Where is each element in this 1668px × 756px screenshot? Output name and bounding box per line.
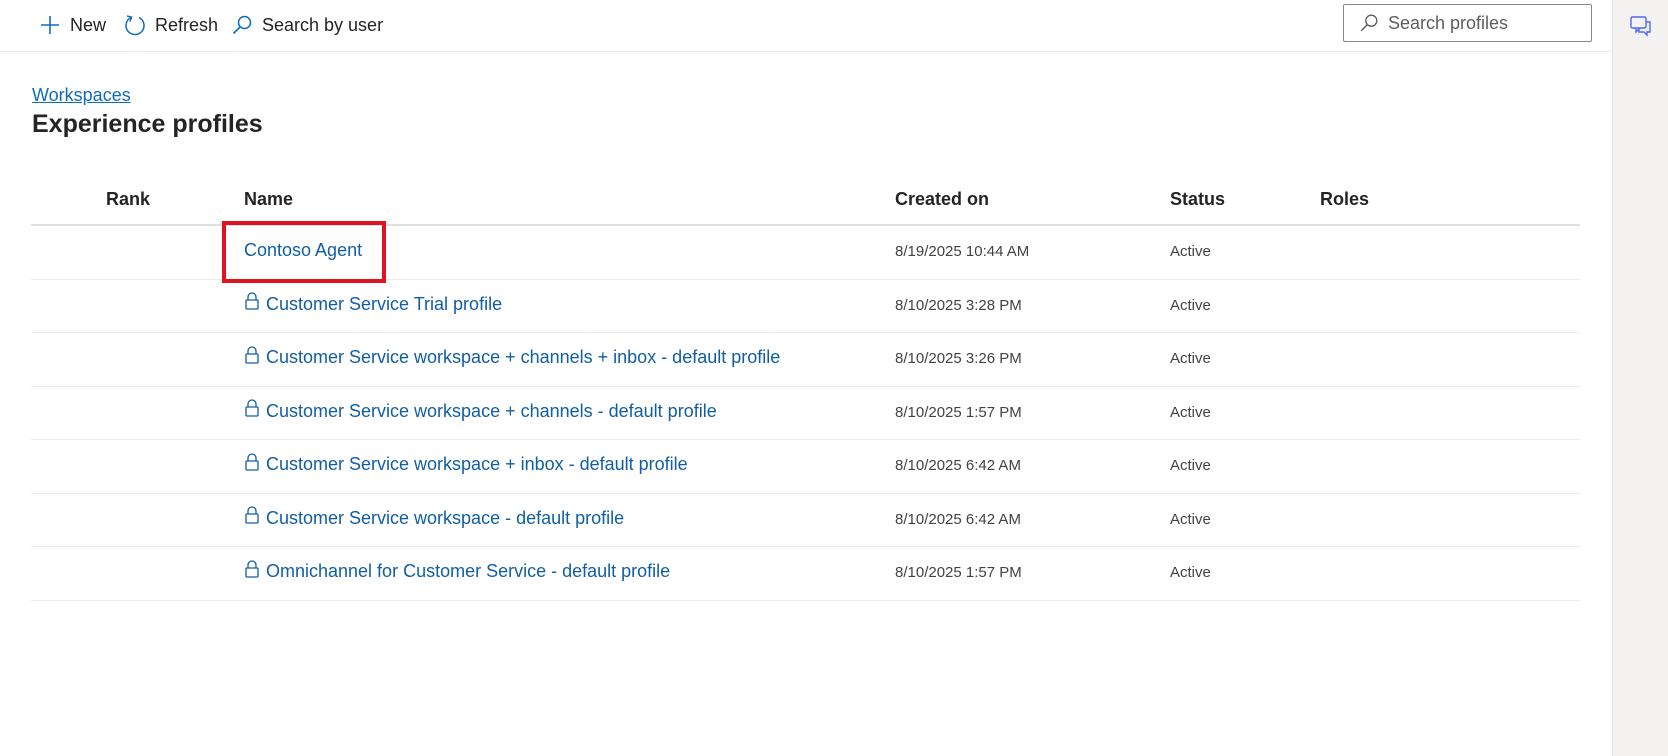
created-on-value: 8/10/2025 3:28 PM	[895, 296, 1022, 314]
right-side-rail	[1612, 0, 1668, 756]
profile-name-link[interactable]: Customer Service workspace - default pro…	[244, 506, 625, 529]
profile-name: Customer Service Trial profile	[266, 293, 503, 314]
created-on-value: 8/10/2025 1:57 PM	[895, 403, 1022, 421]
table-row: Customer Service workspace + channels - …	[31, 387, 1580, 440]
search-by-user-button[interactable]: Search by user	[230, 10, 383, 40]
profile-name-link[interactable]: Customer Service workspace + channels - …	[244, 399, 717, 422]
created-on-value: 8/10/2025 6:42 AM	[895, 457, 1021, 474]
app-root: New Refresh Search by user Search profil…	[0, 0, 1668, 756]
new-button-label: New	[70, 14, 107, 35]
status-value: Active	[1170, 510, 1211, 528]
table-row: Customer Service workspace + inbox - def…	[31, 440, 1580, 494]
chat-icon[interactable]	[1629, 14, 1653, 38]
refresh-icon	[125, 15, 145, 36]
search-icon	[1360, 14, 1378, 32]
plus-icon	[41, 16, 59, 34]
profile-name: Customer Service workspace + channels - …	[266, 400, 717, 421]
column-header-rank[interactable]: Rank	[106, 189, 150, 210]
command-bar: New Refresh Search by user	[0, 0, 1612, 52]
table-row: Customer Service Trial profile 8/10/2025…	[31, 280, 1580, 333]
created-on-value: 8/10/2025 6:42 AM	[895, 510, 1021, 528]
refresh-button[interactable]: Refresh	[123, 10, 218, 40]
table-row: Customer Service workspace + channels + …	[31, 333, 1580, 387]
column-header-roles[interactable]: Roles	[1320, 189, 1369, 210]
search-profiles-input[interactable]	[1388, 12, 1578, 34]
profile-name-link[interactable]: Contoso Agent	[244, 240, 362, 261]
lock-icon	[245, 452, 259, 471]
breadcrumb-workspaces-link[interactable]: Workspaces	[32, 85, 131, 106]
search-profiles-box[interactable]	[1343, 4, 1592, 42]
refresh-button-label: Refresh	[155, 14, 219, 35]
status-value: Active	[1170, 243, 1211, 260]
new-button[interactable]: New	[38, 10, 106, 40]
profile-name-link[interactable]: Customer Service Trial profile	[244, 292, 503, 315]
table-row: Contoso Agent 8/19/2025 10:44 AM Active	[31, 221, 1580, 283]
table-row: Omnichannel for Customer Service - defau…	[31, 547, 1580, 601]
created-on-value: 8/19/2025 10:44 AM	[895, 243, 1030, 260]
profile-name: Contoso Agent	[244, 240, 363, 260]
profiles-grid: Rank Name Created on Status Roles Contos…	[31, 175, 1580, 601]
status-value: Active	[1170, 564, 1211, 581]
status-value: Active	[1170, 350, 1211, 367]
lock-icon	[245, 559, 259, 578]
profile-name: Omnichannel for Customer Service - defau…	[266, 561, 671, 581]
profile-name: Customer Service workspace + channels + …	[266, 347, 781, 367]
table-row: Customer Service workspace - default pro…	[31, 494, 1580, 547]
column-header-status[interactable]: Status	[1170, 189, 1225, 210]
status-value: Active	[1170, 403, 1211, 421]
created-on-value: 8/10/2025 1:57 PM	[895, 564, 1022, 581]
search-by-user-label: Search by user	[262, 14, 384, 35]
profile-name: Customer Service workspace + inbox - def…	[266, 454, 688, 474]
profile-name-link[interactable]: Omnichannel for Customer Service - defau…	[244, 559, 671, 582]
lock-icon	[245, 292, 259, 310]
profile-name-link[interactable]: Customer Service workspace + channels + …	[244, 345, 781, 368]
lock-icon	[245, 345, 259, 364]
profile-name-link[interactable]: Customer Service workspace + inbox - def…	[244, 452, 688, 475]
search-icon	[232, 15, 252, 35]
grid-header: Rank Name Created on Status Roles	[31, 175, 1580, 226]
page-title: Experience profiles	[32, 110, 263, 138]
profile-name: Customer Service workspace - default pro…	[266, 507, 625, 528]
status-value: Active	[1170, 296, 1211, 314]
column-header-created-on[interactable]: Created on	[895, 189, 989, 210]
column-header-name[interactable]: Name	[244, 189, 293, 210]
lock-icon	[245, 506, 259, 524]
lock-icon	[245, 399, 259, 417]
created-on-value: 8/10/2025 3:26 PM	[895, 350, 1022, 367]
status-value: Active	[1170, 457, 1211, 474]
